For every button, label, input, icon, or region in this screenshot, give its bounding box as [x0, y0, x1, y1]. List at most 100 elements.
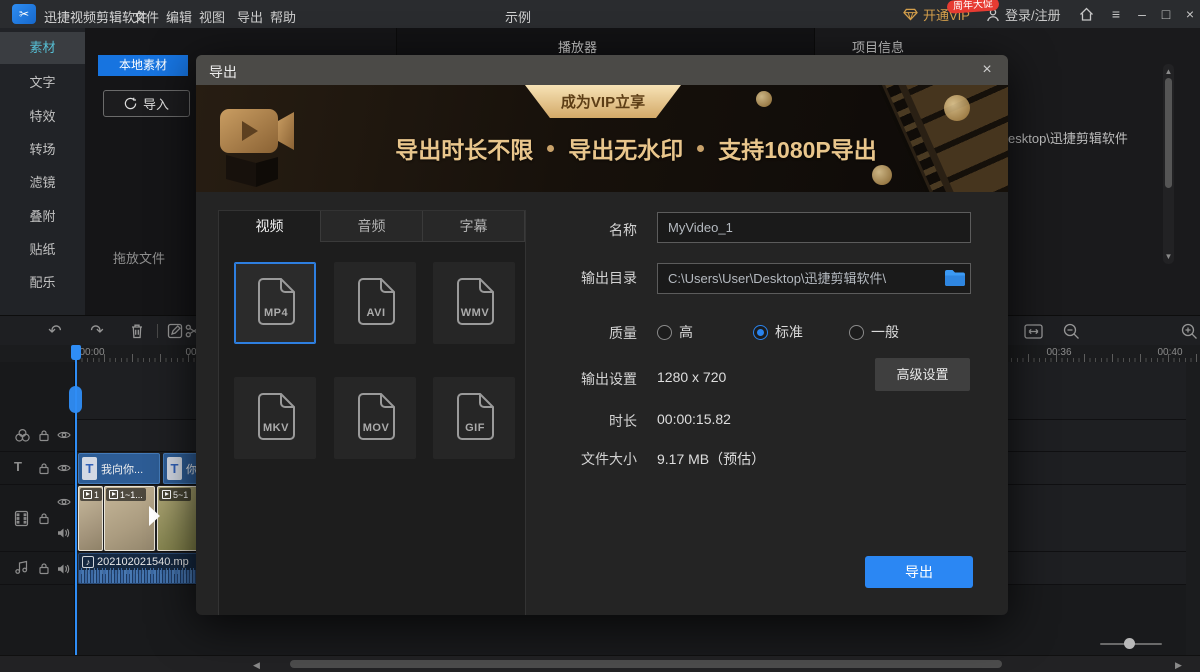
- zoom-in-button[interactable]: [1178, 321, 1200, 341]
- sidebar-item-overlay[interactable]: 叠附: [0, 201, 85, 233]
- close-button[interactable]: ×: [1178, 0, 1200, 28]
- dialog-header: 导出 ×: [196, 55, 1008, 85]
- radio-icon[interactable]: [849, 325, 864, 340]
- format-panel: 视频 音频 字幕 MP4 AVI WMV MKV MOV: [218, 210, 526, 615]
- format-tile-gif[interactable]: GIF: [433, 377, 515, 459]
- login-label: 登录/注册: [1005, 5, 1061, 24]
- quality-label: 质量: [562, 323, 637, 343]
- advanced-settings-button[interactable]: 高级设置: [875, 358, 970, 391]
- zoom-out-button[interactable]: [1060, 321, 1082, 341]
- scroll-left-icon[interactable]: ◀: [253, 660, 260, 671]
- eye-icon[interactable]: [57, 430, 71, 440]
- eye-icon[interactable]: [57, 463, 71, 473]
- transition-marker[interactable]: [149, 506, 160, 526]
- sidebar-item-music[interactable]: 配乐: [0, 267, 85, 299]
- sidebar-item-effects[interactable]: 特效: [0, 101, 85, 133]
- overlay-track-icon: [14, 428, 31, 443]
- lock-icon[interactable]: [38, 429, 50, 442]
- video-clip[interactable]: 1: [78, 486, 103, 551]
- coin-graphic: [872, 165, 892, 185]
- lock-icon[interactable]: [38, 462, 50, 475]
- format-tile-mp4[interactable]: MP4: [234, 262, 316, 344]
- tab-local-media[interactable]: 本地素材: [98, 55, 188, 76]
- text-clip[interactable]: T 我向你...: [78, 453, 160, 484]
- menu-view[interactable]: 视图: [199, 7, 225, 26]
- export-dialog: 导出 ×: [196, 55, 1008, 615]
- speaker-icon[interactable]: [57, 527, 70, 539]
- video-clip[interactable]: 1~1...: [104, 486, 155, 551]
- zoom-slider-handle[interactable]: [1124, 638, 1135, 649]
- audio-track-header: [0, 552, 75, 585]
- format-tile-mkv[interactable]: MKV: [234, 377, 316, 459]
- play-icon: [162, 490, 171, 499]
- overlay-track-header: [0, 420, 75, 452]
- project-panel-title: 项目信息: [852, 37, 904, 56]
- maximize-button[interactable]: □: [1154, 0, 1178, 28]
- name-label: 名称: [562, 220, 637, 240]
- scroll-down-icon[interactable]: ▼: [1164, 252, 1173, 261]
- lock-icon[interactable]: [38, 562, 50, 575]
- project-name: 示例: [505, 7, 531, 26]
- radio-icon-checked[interactable]: [753, 325, 768, 340]
- delete-button[interactable]: [126, 321, 148, 341]
- quality-option-high[interactable]: 高: [657, 322, 693, 342]
- quality-option-normal[interactable]: 一般: [849, 322, 899, 342]
- filesize-value: 9.17 MB（预估）: [657, 449, 765, 469]
- hamburger-menu-icon[interactable]: ≡: [1104, 0, 1128, 28]
- tab-audio[interactable]: 音频: [321, 211, 423, 242]
- menu-file[interactable]: 文件: [133, 7, 159, 26]
- output-dir-input[interactable]: C:\Users\User\Desktop\迅捷剪辑软件\: [657, 263, 971, 294]
- video-clip-label: 1: [94, 490, 99, 500]
- format-tile-mov[interactable]: MOV: [334, 377, 416, 459]
- home-icon[interactable]: [1074, 0, 1098, 28]
- playhead-grip[interactable]: [69, 386, 82, 413]
- redo-button[interactable]: ↷: [86, 321, 108, 341]
- browse-folder-icon[interactable]: [944, 269, 968, 288]
- project-scrollbar[interactable]: ▲ ▼: [1163, 64, 1174, 264]
- dialog-title: 导出: [209, 62, 237, 82]
- format-tile-avi[interactable]: AVI: [334, 262, 416, 344]
- fit-timeline-button[interactable]: [1022, 321, 1044, 341]
- tab-subtitle[interactable]: 字幕: [423, 211, 525, 242]
- radio-icon[interactable]: [657, 325, 672, 340]
- import-button[interactable]: 导入: [103, 90, 190, 117]
- output-settings-label: 输出设置: [562, 369, 637, 389]
- sidebar-item-filter[interactable]: 滤镜: [0, 167, 85, 199]
- scrollbar-thumb[interactable]: [290, 660, 1002, 668]
- menu-help[interactable]: 帮助: [270, 7, 296, 26]
- lock-icon[interactable]: [38, 512, 50, 525]
- feature-text: 支持1080P导出: [718, 131, 877, 165]
- ruler-label: 00:40: [1157, 347, 1182, 358]
- tab-video[interactable]: 视频: [219, 211, 321, 242]
- text-track-header: T: [0, 452, 75, 485]
- format-label: WMV: [434, 307, 516, 319]
- vip-banner: 成为VIP立享 导出时长不限 导出无水印 支持1080P导出: [196, 85, 1008, 192]
- menu-edit[interactable]: 编辑: [166, 7, 192, 26]
- filesize-label: 文件大小: [562, 449, 637, 469]
- dialog-close-icon[interactable]: ×: [976, 59, 998, 81]
- scrollbar-thumb[interactable]: [1165, 78, 1172, 188]
- play-icon: [83, 490, 92, 499]
- video-clip-label: 1~1...: [120, 490, 143, 500]
- menu-export[interactable]: 导出: [237, 7, 263, 26]
- eye-icon[interactable]: [57, 497, 71, 507]
- scroll-right-icon[interactable]: ▶: [1175, 660, 1182, 671]
- format-tile-wmv[interactable]: WMV: [433, 262, 515, 344]
- sidebar-item-transition[interactable]: 转场: [0, 134, 85, 166]
- app-logo-icon: ✂: [12, 4, 36, 24]
- timeline-hscrollbar[interactable]: ◀ ▶: [0, 655, 1200, 672]
- playhead-handle[interactable]: [71, 345, 81, 360]
- quality-option-standard[interactable]: 标准: [753, 322, 803, 342]
- sidebar-item-sticker[interactable]: 贴纸: [0, 234, 85, 266]
- import-icon: [124, 97, 137, 110]
- speaker-icon[interactable]: [57, 563, 70, 575]
- minimize-button[interactable]: –: [1130, 0, 1154, 28]
- format-label: MKV: [235, 422, 317, 434]
- sidebar-item-text[interactable]: 文字: [0, 67, 85, 99]
- name-input[interactable]: MyVideo_1: [657, 212, 971, 243]
- export-confirm-button[interactable]: 导出: [865, 556, 973, 588]
- undo-button[interactable]: ↶: [44, 321, 66, 341]
- sidebar-item-media[interactable]: 素材: [0, 32, 85, 64]
- scroll-up-icon[interactable]: ▲: [1164, 67, 1173, 76]
- radio-label: 标准: [775, 322, 803, 342]
